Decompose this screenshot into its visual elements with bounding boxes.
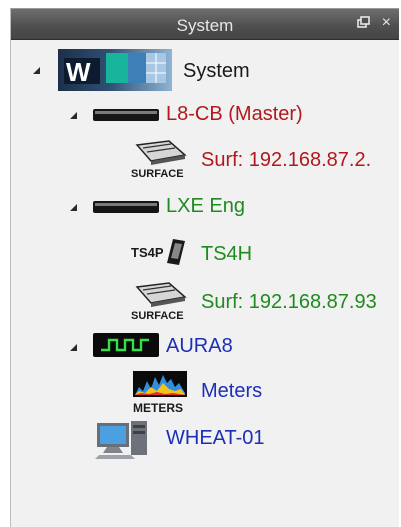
tree-node-label: Surf: 192.168.87.93 xyxy=(201,291,377,313)
collapse-arrow-icon[interactable] xyxy=(69,343,78,352)
w-logo-icon: W xyxy=(58,49,172,91)
tree-node-meters[interactable]: METERS Meters xyxy=(11,367,400,417)
tree-node-label: WHEAT-01 xyxy=(166,427,265,449)
tree-node-lxe-surface[interactable]: SURFACE Surf: 192.168.87.93 xyxy=(11,279,400,323)
tree-node-lxe-eng[interactable]: LXE Eng xyxy=(11,187,400,227)
tree-node-label: AURA8 xyxy=(166,335,233,357)
ts4p-icon-text: TS4P xyxy=(131,245,164,260)
meters-icon-text: METERS xyxy=(133,401,183,415)
tree-node-label: Meters xyxy=(201,380,263,402)
tree-node-aura8[interactable]: AURA8 xyxy=(11,327,400,367)
tree-node-label: L8-CB (Master) xyxy=(166,103,303,125)
surface-icon: SURFACE xyxy=(131,140,187,179)
waveform-icon xyxy=(93,333,159,357)
collapse-arrow-icon[interactable] xyxy=(69,111,78,120)
device-bar-icon xyxy=(93,109,159,121)
surface-icon: SURFACE xyxy=(131,282,187,321)
tree-node-label: TS4H xyxy=(201,243,253,265)
computer-icon xyxy=(95,421,147,459)
meters-icon: METERS xyxy=(133,371,187,415)
panel-titlebar: System × xyxy=(11,9,399,40)
close-icon[interactable]: × xyxy=(382,14,391,32)
panel-title: System xyxy=(176,16,234,35)
tree-node-label: Surf: 192.168.87.2. xyxy=(201,149,372,171)
tree-node-l8cb[interactable]: L8-CB (Master) xyxy=(11,95,400,135)
ts4p-icon: TS4P xyxy=(131,239,185,265)
tree-node-label: LXE Eng xyxy=(166,195,245,217)
tree-node-system[interactable]: W System xyxy=(11,47,400,95)
device-bar-icon xyxy=(93,201,159,213)
collapse-arrow-icon[interactable] xyxy=(69,203,78,212)
tree-node-wheat01[interactable]: WHEAT-01 xyxy=(11,417,400,463)
pin-icon[interactable] xyxy=(357,16,371,30)
svg-text:W: W xyxy=(66,57,91,87)
tree-node-label: System xyxy=(183,60,250,82)
tree-node-ts4h[interactable]: TS4P TS4H xyxy=(11,231,400,275)
system-panel: System × W System L8-CB (Master) SURFACE… xyxy=(10,8,399,527)
tree-node-l8cb-surface[interactable]: SURFACE Surf: 192.168.87.2. xyxy=(11,137,400,181)
surface-icon-text: SURFACE xyxy=(131,168,184,179)
surface-icon-text: SURFACE xyxy=(131,310,184,321)
collapse-arrow-icon[interactable] xyxy=(32,66,41,75)
